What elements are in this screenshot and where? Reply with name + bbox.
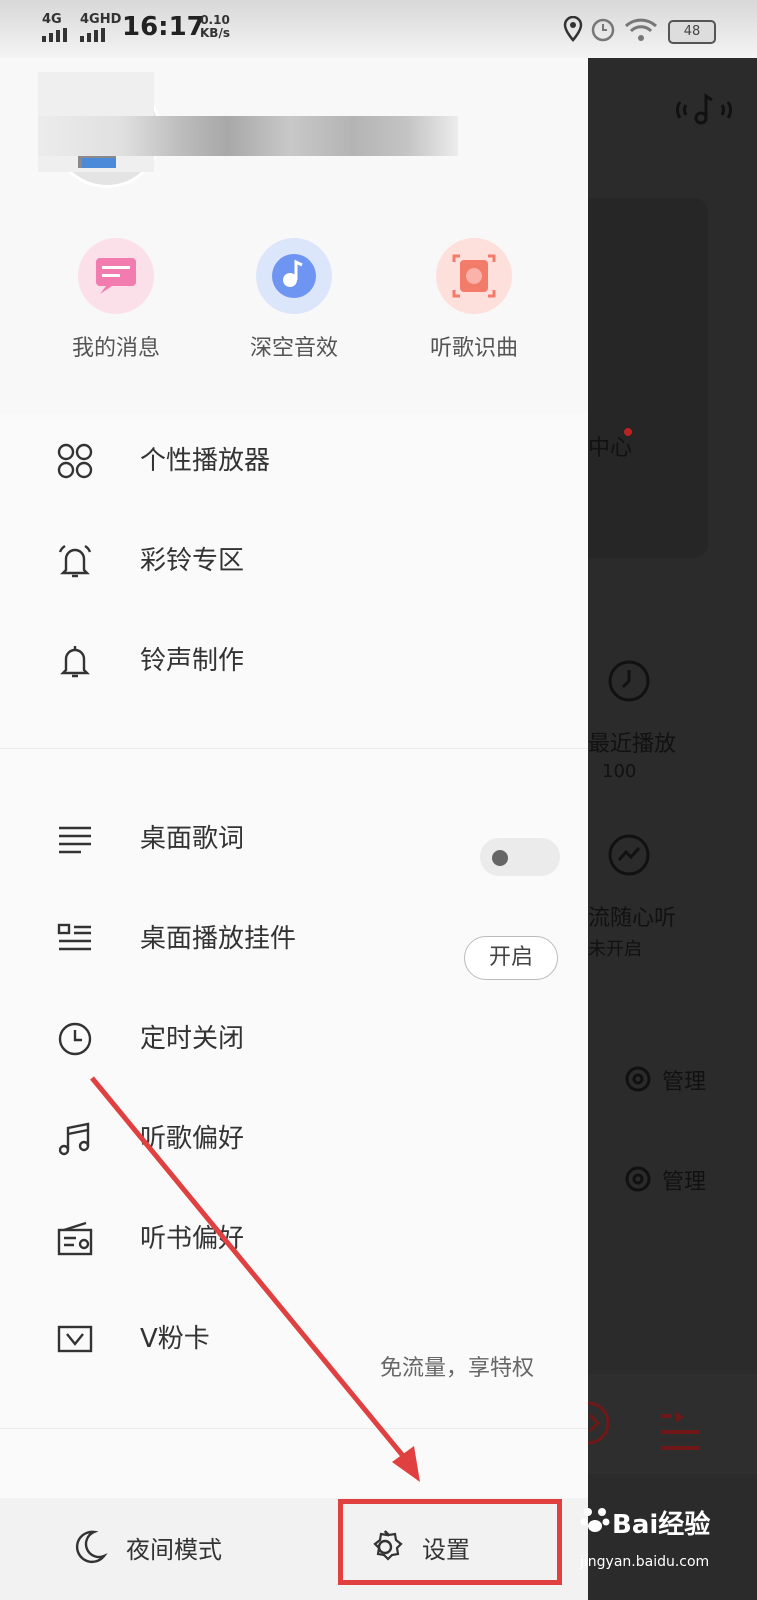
baidu-watermark: Bai经验 jingyan.baidu.com (580, 1496, 730, 1580)
pointer-arrow (90, 1076, 420, 1482)
watermark-brand: Bai经验 (612, 1510, 711, 1540)
paw-icon (580, 1508, 610, 1532)
watermark-url: jingyan.baidu.com (580, 1554, 710, 1570)
